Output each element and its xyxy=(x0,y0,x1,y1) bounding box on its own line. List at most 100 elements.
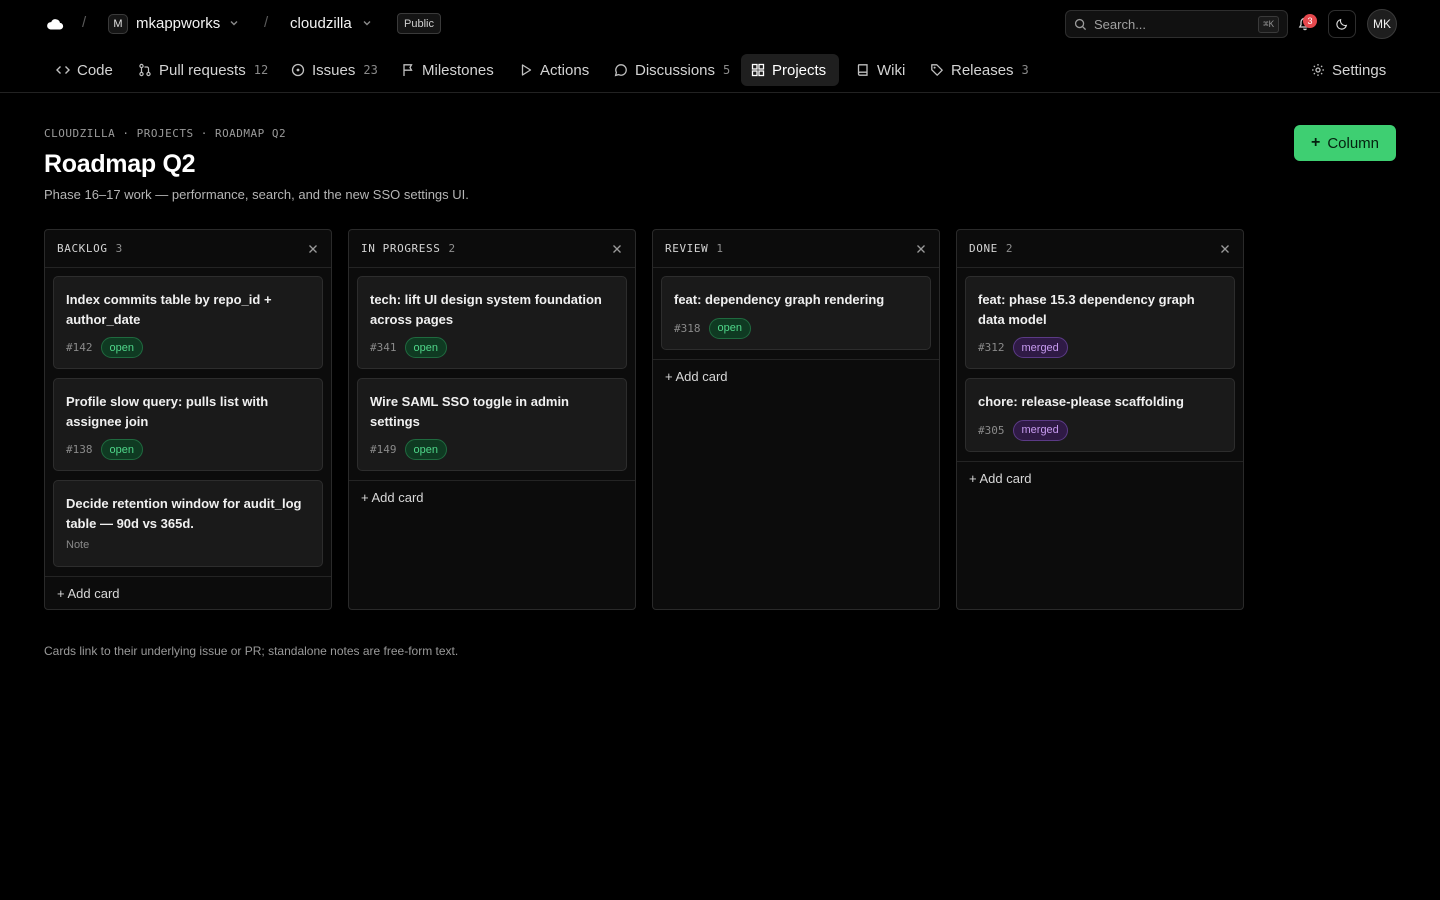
card-title: Wire SAML SSO toggle in admin settings xyxy=(370,394,569,429)
card-list: tech: lift UI design system foundation a… xyxy=(349,268,635,471)
chevron-down-icon[interactable] xyxy=(229,18,239,28)
top-bar: / M mkappworks / cloudzilla Public Searc… xyxy=(0,0,1440,48)
card-number: #142 xyxy=(66,341,93,354)
column-backlog: BACKLOG 3 Index commits table by repo_id … xyxy=(44,229,332,610)
add-card-button[interactable]: + Add card xyxy=(665,369,728,384)
tab-label: Issues xyxy=(312,61,356,79)
tab-milestones[interactable]: Milestones xyxy=(391,54,504,86)
card-title: Decide retention window for audit_log ta… xyxy=(66,496,302,531)
column-count: 1 xyxy=(716,242,724,255)
flag-icon xyxy=(401,63,415,77)
column-header: IN PROGRESS 2 xyxy=(349,230,635,268)
tab-projects[interactable]: Projects xyxy=(741,54,839,86)
card-number: #312 xyxy=(978,341,1005,354)
footer-note: Cards link to their underlying issue or … xyxy=(44,644,459,658)
status-badge: merged xyxy=(1012,419,1068,441)
repo-switcher[interactable]: cloudzilla xyxy=(290,15,352,32)
card-title: feat: dependency graph rendering xyxy=(674,292,885,307)
tab-label: Wiki xyxy=(877,61,906,79)
card-number: #341 xyxy=(370,341,397,354)
column-title: DONE 2 xyxy=(969,242,1014,255)
tab-count: 12 xyxy=(253,63,269,77)
page-title: Roadmap Q2 xyxy=(44,150,196,178)
pull-request-card[interactable]: feat: phase 15.3 dependency graph data m… xyxy=(965,276,1235,369)
tab-label: Pull requests xyxy=(159,61,246,79)
issue-card[interactable]: feat: dependency graph rendering #318 op… xyxy=(661,276,931,350)
search-icon xyxy=(1074,18,1087,31)
tab-issues[interactable]: Issues 23 xyxy=(281,54,388,86)
owner-switcher[interactable]: mkappworks xyxy=(136,15,220,32)
owner-avatar[interactable]: M xyxy=(108,14,128,34)
status-badge: open xyxy=(708,317,751,339)
tab-label: Settings xyxy=(1332,61,1387,79)
column-count: 2 xyxy=(448,242,456,255)
card-title: chore: release-please scaffolding xyxy=(978,394,1184,409)
repo-nav: Code Pull requests 12 Issues 23 Mileston… xyxy=(0,52,1440,93)
issue-card[interactable]: Wire SAML SSO toggle in admin settings #… xyxy=(357,378,627,471)
issue-card[interactable]: Profile slow query: pulls list with assi… xyxy=(53,378,323,471)
column-title: BACKLOG 3 xyxy=(57,242,123,255)
tab-discussions[interactable]: Discussions 5 xyxy=(604,54,740,86)
tab-label: Milestones xyxy=(422,61,494,79)
play-icon xyxy=(519,63,533,77)
column-count: 2 xyxy=(1005,242,1014,255)
status-badge: open xyxy=(404,439,447,460)
status-badge: open xyxy=(100,337,143,358)
close-icon[interactable] xyxy=(307,243,319,255)
tab-count: 3 xyxy=(1021,63,1029,77)
tab-releases[interactable]: Releases 3 xyxy=(920,54,1039,86)
add-column-button[interactable]: + Column xyxy=(1294,125,1396,161)
column-review: REVIEW 1 feat: dependency graph rendering… xyxy=(652,229,940,610)
card-list: feat: dependency graph rendering #318 op… xyxy=(653,268,939,350)
card-title: feat: phase 15.3 dependency graph data m… xyxy=(978,292,1195,327)
gear-icon xyxy=(1311,63,1325,77)
card-number: #138 xyxy=(66,443,93,456)
tab-label: Releases xyxy=(951,61,1014,79)
chevron-down-icon[interactable] xyxy=(362,18,372,28)
breadcrumb-separator: / xyxy=(264,14,269,31)
user-avatar[interactable]: MK xyxy=(1367,9,1397,39)
column-title: IN PROGRESS 2 xyxy=(361,242,456,255)
column-in-progress: IN PROGRESS 2 tech: lift UI design system… xyxy=(348,229,636,610)
card-title: tech: lift UI design system foundation a… xyxy=(370,292,602,327)
note-card[interactable]: Decide retention window for audit_log ta… xyxy=(53,480,323,567)
add-card-button[interactable]: + Add card xyxy=(57,586,120,601)
column-footer: + Add card xyxy=(653,359,939,393)
close-icon[interactable] xyxy=(611,243,623,255)
tab-count: 5 xyxy=(723,63,731,77)
book-icon xyxy=(856,63,870,77)
search-shortcut: ⌘K xyxy=(1258,16,1279,33)
tab-label: Projects xyxy=(772,61,827,79)
add-card-button[interactable]: + Add card xyxy=(969,471,1032,486)
cloud-logo-icon[interactable] xyxy=(45,14,65,34)
column-header: REVIEW 1 xyxy=(653,230,939,268)
tab-code[interactable]: Code xyxy=(46,54,123,86)
tab-settings[interactable]: Settings xyxy=(1301,54,1396,86)
issue-card[interactable]: Index commits table by repo_id + author_… xyxy=(53,276,323,369)
column-header: DONE 2 xyxy=(957,230,1243,268)
notification-count-badge: 3 xyxy=(1303,14,1317,28)
tab-wiki[interactable]: Wiki xyxy=(846,54,915,86)
visibility-badge: Public xyxy=(397,13,441,34)
theme-toggle-button[interactable] xyxy=(1328,10,1356,38)
pull-request-icon xyxy=(138,63,152,77)
column-footer: + Add card xyxy=(957,461,1243,495)
issue-card[interactable]: tech: lift UI design system foundation a… xyxy=(357,276,627,369)
breadcrumb-separator: / xyxy=(82,14,87,31)
moon-icon xyxy=(1336,18,1348,30)
tab-label: Discussions xyxy=(635,61,716,79)
column-title: REVIEW 1 xyxy=(665,242,724,255)
close-icon[interactable] xyxy=(1219,243,1231,255)
tab-actions[interactable]: Actions xyxy=(509,54,599,86)
projects-icon xyxy=(751,63,765,77)
tab-pull-requests[interactable]: Pull requests 12 xyxy=(128,54,278,86)
card-number: #149 xyxy=(370,443,397,456)
status-badge: open xyxy=(100,439,143,460)
add-card-button[interactable]: + Add card xyxy=(361,490,424,505)
card-list: feat: phase 15.3 dependency graph data m… xyxy=(957,268,1243,452)
close-icon[interactable] xyxy=(915,243,927,255)
tag-icon xyxy=(930,63,944,77)
pull-request-card[interactable]: chore: release-please scaffolding #305 m… xyxy=(965,378,1235,452)
page-subtitle: Phase 16–17 work — performance, search, … xyxy=(44,187,469,202)
search-input[interactable]: Search... ⌘K xyxy=(1065,10,1288,38)
